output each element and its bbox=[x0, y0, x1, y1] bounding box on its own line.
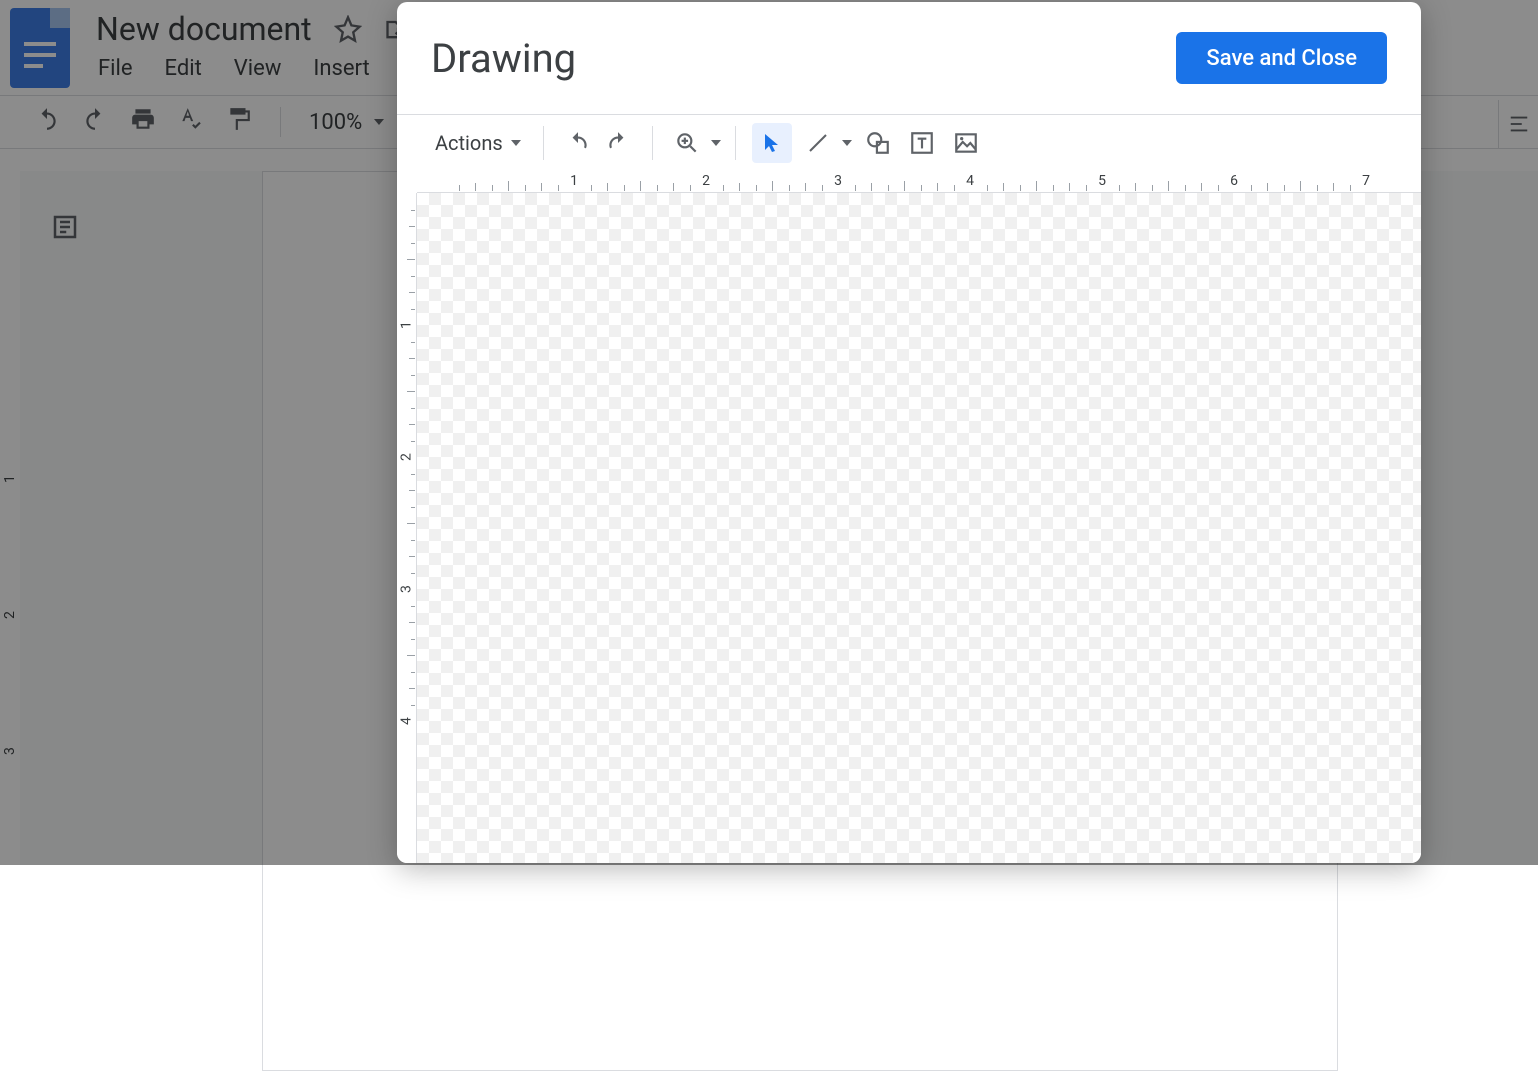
undo-button[interactable] bbox=[558, 123, 598, 163]
separator bbox=[543, 126, 544, 160]
redo-button[interactable] bbox=[598, 123, 638, 163]
chevron-down-icon bbox=[711, 140, 721, 146]
canvas-area: 1 2 3 4 5 6 7 1 2 3 4 bbox=[397, 171, 1421, 863]
ruler-number: 3 bbox=[399, 580, 415, 599]
ruler-number: 6 bbox=[1230, 173, 1238, 189]
save-and-close-button[interactable]: Save and Close bbox=[1176, 32, 1387, 84]
ruler-number: 5 bbox=[1098, 173, 1106, 189]
chevron-down-icon bbox=[511, 140, 521, 146]
ruler-number: 2 bbox=[702, 173, 710, 189]
ruler-number: 4 bbox=[966, 173, 974, 189]
drawing-dialog: Drawing Save and Close Actions bbox=[397, 2, 1421, 863]
separator bbox=[652, 126, 653, 160]
ruler-number: 4 bbox=[399, 712, 415, 731]
select-tool[interactable] bbox=[752, 123, 792, 163]
zoom-tool[interactable] bbox=[667, 123, 721, 163]
line-tool[interactable] bbox=[798, 123, 852, 163]
shape-tool[interactable] bbox=[858, 123, 898, 163]
ruler-number: 1 bbox=[399, 316, 415, 335]
dialog-header: Drawing Save and Close bbox=[397, 2, 1421, 115]
drawing-canvas[interactable] bbox=[417, 193, 1421, 863]
line-icon bbox=[798, 123, 838, 163]
image-tool[interactable] bbox=[946, 123, 986, 163]
actions-menu[interactable]: Actions bbox=[427, 125, 529, 161]
separator bbox=[735, 126, 736, 160]
zoom-icon bbox=[667, 123, 707, 163]
ruler-number: 7 bbox=[1362, 173, 1370, 189]
chevron-down-icon bbox=[842, 140, 852, 146]
ruler-number: 1 bbox=[570, 173, 578, 189]
vertical-ruler[interactable]: 1 2 3 4 bbox=[397, 193, 417, 863]
textbox-tool[interactable] bbox=[902, 123, 942, 163]
drawing-toolbar: Actions bbox=[397, 115, 1421, 171]
ruler-number: 2 bbox=[399, 448, 415, 467]
actions-label: Actions bbox=[435, 131, 503, 155]
ruler-number: 3 bbox=[834, 173, 842, 189]
horizontal-ruler[interactable]: 1 2 3 4 5 6 7 bbox=[417, 171, 1421, 193]
dialog-title: Drawing bbox=[431, 35, 576, 82]
